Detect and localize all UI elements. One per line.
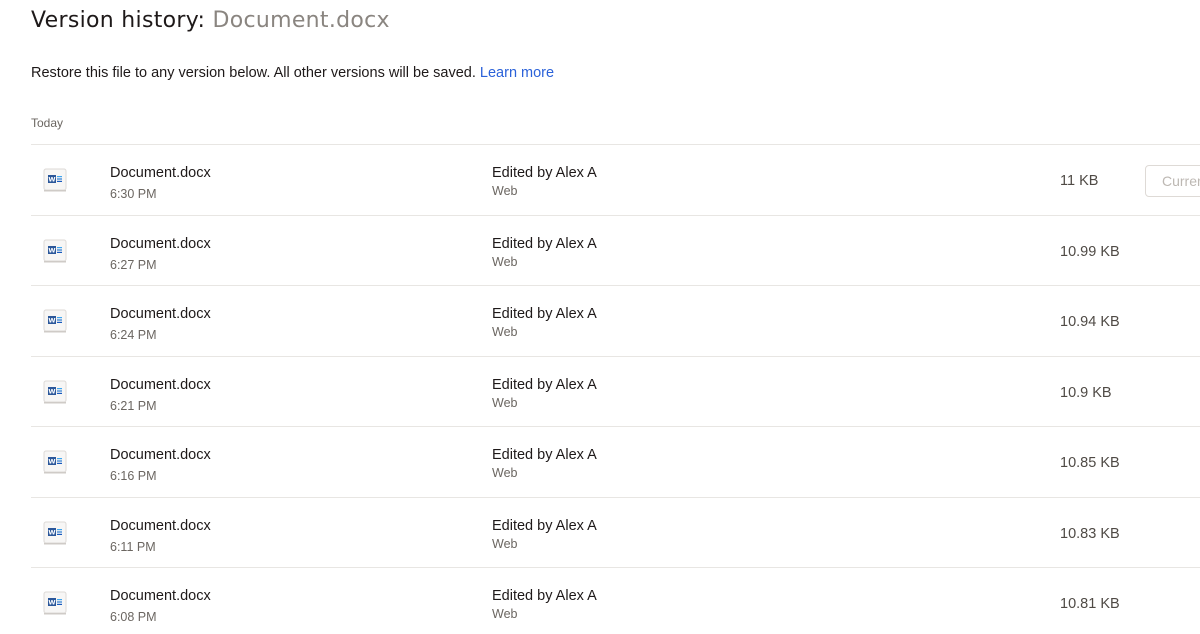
version-editor: Edited by Alex A [492, 376, 597, 393]
version-size: 10.83 KB [1060, 525, 1120, 542]
version-file-name[interactable]: Document.docx [110, 446, 211, 464]
version-time: 6:21 PM [110, 398, 157, 413]
page-title: Version history: Document.docx [31, 6, 390, 36]
word-document-icon: W [43, 168, 67, 192]
version-time: 6:08 PM [110, 610, 157, 624]
version-size: 10.85 KB [1060, 455, 1120, 471]
version-row[interactable]: W Document.docx 6:24 PM Edited by Alex A… [31, 285, 1200, 356]
version-size: 10.94 KB [1060, 314, 1120, 330]
word-document-icon: W [43, 309, 67, 333]
word-document-icon: W [43, 239, 67, 263]
description-text: Restore this file to any version below. … [31, 65, 480, 81]
page-title-prefix: Version history: [31, 8, 206, 33]
version-time: 6:24 PM [110, 328, 157, 342]
description: Restore this file to any version below. … [31, 64, 554, 82]
version-editor: Edited by Alex A [492, 517, 597, 534]
version-platform: Web [492, 536, 518, 551]
version-file-name[interactable]: Document.docx [110, 517, 211, 535]
version-row[interactable]: W Document.docx 6:08 PM Edited by Alex A… [31, 567, 1200, 634]
svg-text:W: W [48, 176, 55, 184]
version-platform: Web [492, 254, 518, 269]
version-file-name[interactable]: Document.docx [110, 305, 211, 323]
version-time: 6:11 PM [110, 539, 156, 554]
version-row[interactable]: W Document.docx 6:21 PM Edited by Alex A… [31, 355, 1200, 427]
version-time: 6:27 PM [110, 257, 157, 272]
svg-text:W: W [48, 599, 55, 607]
version-size: 10.9 KB [1060, 384, 1112, 401]
word-document-icon: W [43, 380, 67, 404]
version-editor: Edited by Alex A [492, 165, 597, 181]
version-size: 11 KB [1060, 173, 1099, 189]
version-history-page: Version history: Document.docx Restore t… [0, 0, 1200, 634]
version-size: 10.81 KB [1060, 596, 1120, 612]
version-platform: Web [492, 607, 518, 621]
version-file-name[interactable]: Document.docx [110, 376, 211, 394]
learn-more-link[interactable]: Learn more [480, 65, 554, 81]
svg-text:W: W [48, 246, 55, 254]
svg-text:W: W [48, 317, 55, 325]
current-version-button[interactable]: Current [1145, 165, 1200, 197]
word-document-icon: W [43, 450, 67, 474]
page-title-filename: Document.docx [212, 8, 390, 33]
version-size: 10.99 KB [1060, 243, 1120, 260]
version-editor: Edited by Alex A [492, 588, 597, 604]
version-platform: Web [492, 466, 518, 480]
version-file-name[interactable]: Document.docx [110, 235, 211, 253]
version-list: W Document.docx 6:30 PM Edited by Alex A… [31, 144, 1200, 634]
version-editor: Edited by Alex A [492, 235, 597, 252]
version-editor: Edited by Alex A [492, 447, 597, 463]
version-row[interactable]: W Document.docx 6:27 PM Edited by Alex A… [31, 214, 1200, 286]
version-time: 6:16 PM [110, 469, 157, 483]
version-row[interactable]: W Document.docx 6:30 PM Edited by Alex A… [31, 144, 1200, 215]
version-editor: Edited by Alex A [492, 306, 597, 322]
version-file-name[interactable]: Document.docx [110, 587, 211, 605]
svg-text:W: W [48, 387, 55, 395]
word-document-icon: W [43, 591, 67, 615]
version-row[interactable]: W Document.docx 6:16 PM Edited by Alex A… [31, 426, 1200, 497]
version-platform: Web [492, 395, 518, 410]
word-document-icon: W [43, 521, 67, 545]
version-row[interactable]: W Document.docx 6:11 PM Edited by Alex A… [31, 496, 1200, 568]
version-file-name[interactable]: Document.docx [110, 164, 211, 182]
svg-text:W: W [48, 528, 55, 536]
version-platform: Web [492, 184, 518, 198]
version-time: 6:30 PM [110, 187, 157, 201]
section-label-today: Today [31, 116, 64, 130]
version-platform: Web [492, 325, 518, 339]
svg-text:W: W [48, 458, 55, 466]
